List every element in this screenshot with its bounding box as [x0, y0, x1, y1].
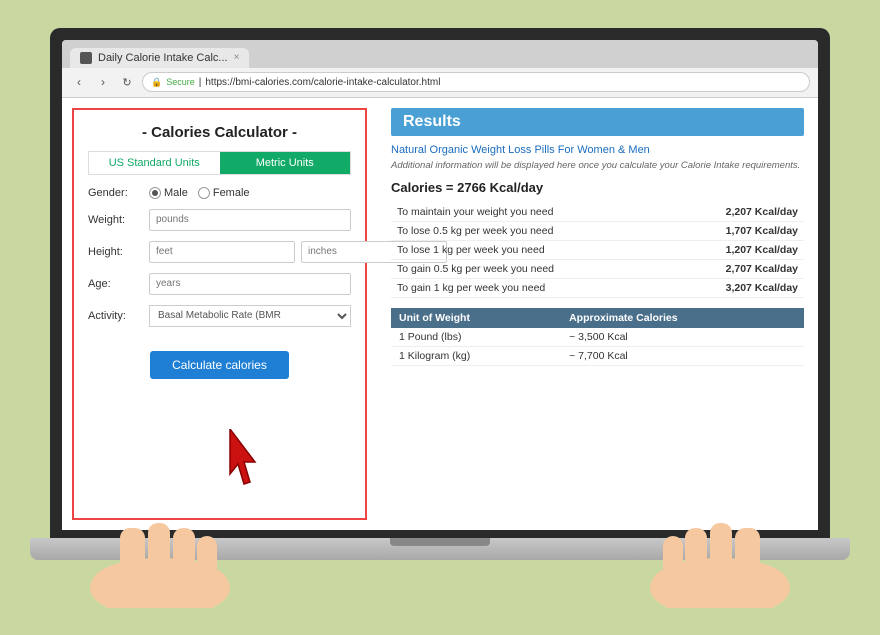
gender-row: Gender: Male Female: [88, 187, 351, 199]
table-row: 1 Pound (lbs)~ 3,500 Kcal: [391, 328, 804, 347]
calc-button-container: Calculate calories: [88, 337, 351, 379]
age-label: Age:: [88, 278, 143, 290]
tab-metric[interactable]: Metric Units: [220, 152, 351, 174]
tab-title: Daily Calorie Intake Calc...: [98, 52, 228, 64]
table-row: To lose 1 kg per week you need1,207 Kcal…: [391, 240, 804, 259]
refresh-button[interactable]: ↻: [118, 73, 136, 91]
url-text: https://bmi-calories.com/calorie-intake-…: [205, 77, 440, 88]
calc-title: - Calories Calculator -: [88, 124, 351, 141]
browser-tab[interactable]: Daily Calorie Intake Calc... ×: [70, 48, 249, 68]
results-note: Additional information will be displayed…: [391, 160, 804, 172]
results-ad-link[interactable]: Natural Organic Weight Loss Pills For Wo…: [391, 144, 804, 156]
gender-label: Gender:: [88, 187, 143, 199]
laptop-base: [30, 538, 850, 560]
browser-tabs: Daily Calorie Intake Calc... ×: [62, 40, 818, 68]
table-row: 1 Kilogram (kg)~ 7,700 Kcal: [391, 346, 804, 365]
activity-row: Activity: Basal Metabolic Rate (BMR: [88, 305, 351, 327]
calculator-panel: - Calories Calculator - US Standard Unit…: [72, 108, 367, 520]
height-label: Height:: [88, 246, 143, 258]
address-bar[interactable]: 🔒 Secure | https://bmi-calories.com/calo…: [142, 72, 810, 92]
laptop-notch: [390, 538, 490, 546]
red-cursor-icon: [220, 429, 270, 494]
weight-input[interactable]: [149, 209, 351, 231]
height-row: Height:: [88, 241, 351, 263]
back-button[interactable]: ‹: [70, 73, 88, 91]
age-row: Age:: [88, 273, 351, 295]
gender-radio-group: Male Female: [149, 187, 250, 199]
page-content: - Calories Calculator - US Standard Unit…: [62, 98, 818, 530]
activity-select[interactable]: Basal Metabolic Rate (BMR: [149, 305, 351, 327]
table-row: To maintain your weight you need2,207 Kc…: [391, 203, 804, 222]
unit-tabs: US Standard Units Metric Units: [88, 151, 351, 175]
lock-icon: 🔒: [151, 77, 162, 88]
url-separator: |: [199, 77, 202, 88]
weight-label: Weight:: [88, 214, 143, 226]
calculate-calories-button[interactable]: Calculate calories: [150, 351, 289, 379]
weight-table: Unit of WeightApproximate Calories 1 Pou…: [391, 308, 804, 366]
activity-label: Activity:: [88, 310, 143, 322]
table-row: To lose 0.5 kg per week you need1,707 Kc…: [391, 221, 804, 240]
secure-label: Secure: [166, 77, 195, 87]
female-radio-button[interactable]: [198, 187, 210, 199]
tab-close-button[interactable]: ×: [234, 52, 240, 63]
forward-button[interactable]: ›: [94, 73, 112, 91]
tab-favicon-icon: [80, 52, 92, 64]
calories-summary: Calories = 2766 Kcal/day: [391, 180, 804, 195]
male-label: Male: [164, 187, 188, 199]
table-row: To gain 0.5 kg per week you need2,707 Kc…: [391, 259, 804, 278]
screen: Daily Calorie Intake Calc... × ‹ › ↻ 🔒 S…: [50, 28, 830, 538]
results-panel: Results Natural Organic Weight Loss Pill…: [377, 98, 818, 530]
gender-female[interactable]: Female: [198, 187, 250, 199]
table-row: To gain 1 kg per week you need3,207 Kcal…: [391, 278, 804, 297]
male-radio-button[interactable]: [149, 187, 161, 199]
browser-toolbar: ‹ › ↻ 🔒 Secure | https://bmi-calories.co…: [62, 68, 818, 98]
gender-male[interactable]: Male: [149, 187, 188, 199]
height-feet-input[interactable]: [149, 241, 295, 263]
laptop-wrapper: Daily Calorie Intake Calc... × ‹ › ↻ 🔒 S…: [30, 28, 850, 608]
female-label: Female: [213, 187, 250, 199]
results-header: Results: [391, 108, 804, 136]
calories-table: To maintain your weight you need2,207 Kc…: [391, 203, 804, 298]
weight-row: Weight:: [88, 209, 351, 231]
age-input[interactable]: [149, 273, 351, 295]
tab-us-standard[interactable]: US Standard Units: [89, 152, 220, 174]
browser-chrome: Daily Calorie Intake Calc... × ‹ › ↻ 🔒 S…: [62, 40, 818, 530]
